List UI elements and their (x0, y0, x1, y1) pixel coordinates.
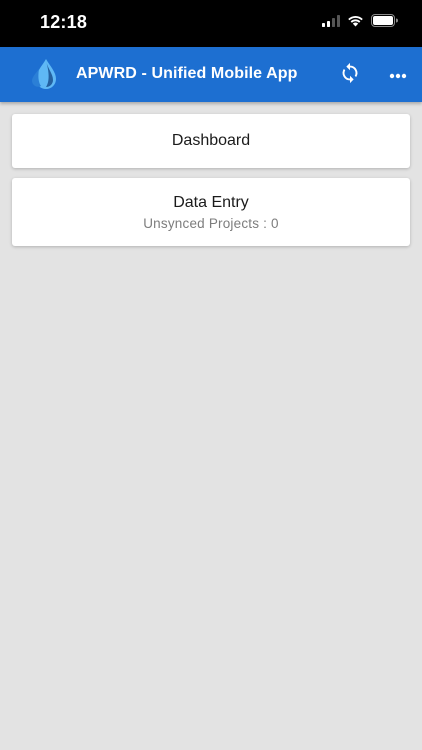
more-options-button[interactable] (384, 61, 412, 89)
app-title: APWRD - Unified Mobile App (76, 65, 298, 82)
status-bar: 12:18 (0, 0, 422, 47)
wifi-icon (347, 14, 364, 32)
app-bar: APWRD - Unified Mobile App (0, 47, 422, 102)
status-icons (322, 14, 398, 32)
unsynced-projects-count: Unsynced Projects : 0 (143, 215, 279, 231)
sync-button[interactable] (336, 61, 364, 89)
more-horizontal-icon (389, 66, 407, 84)
data-entry-card[interactable]: Data Entry Unsynced Projects : 0 (12, 178, 410, 246)
dashboard-card[interactable]: Dashboard (12, 114, 410, 168)
water-drop-logo-icon (29, 57, 63, 91)
status-time: 12:18 (40, 12, 88, 32)
sync-icon (339, 62, 361, 89)
data-entry-label: Data Entry (173, 193, 249, 211)
battery-icon (371, 14, 398, 32)
dashboard-label: Dashboard (171, 132, 251, 149)
signal-icon (322, 14, 340, 32)
